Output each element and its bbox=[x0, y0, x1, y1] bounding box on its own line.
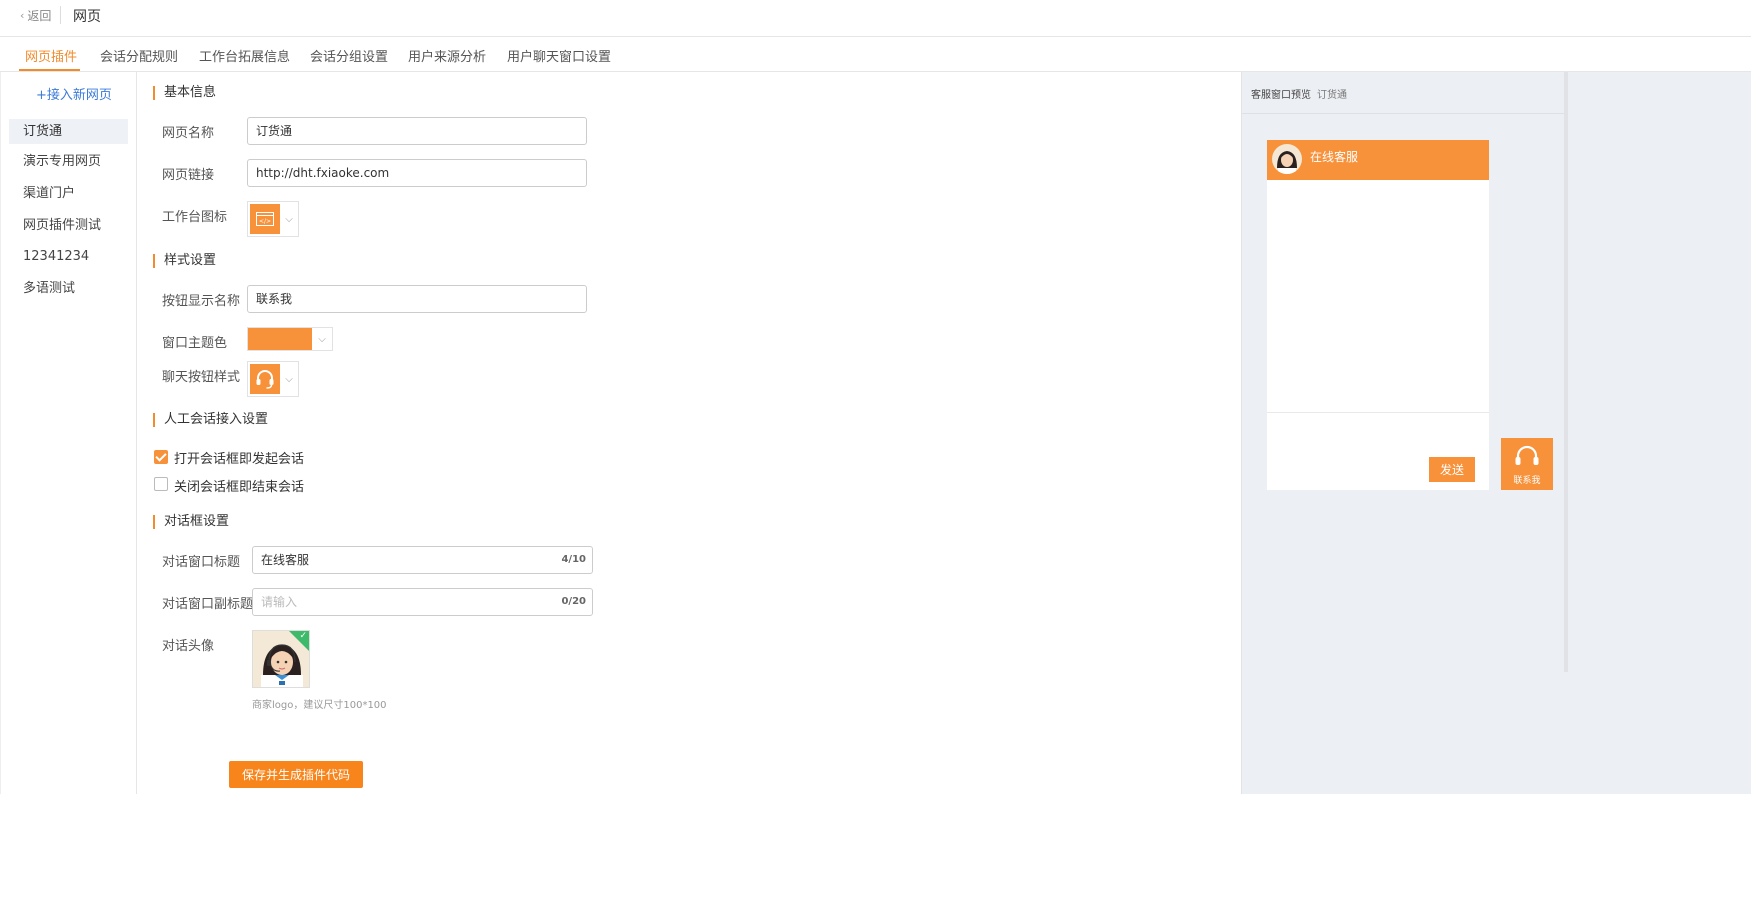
dialog-subtitle-input[interactable]: 请输入 0/20 bbox=[252, 588, 593, 616]
code-window-icon: </> bbox=[250, 204, 280, 234]
section-heading-style: 样式设置 bbox=[153, 254, 216, 268]
webpage-url-input[interactable]: http://dht.fxiaoke.com bbox=[247, 159, 587, 187]
open-start-session-label[interactable]: 打开会话框即发起会话 bbox=[174, 448, 304, 467]
button-name-label: 按钮显示名称 bbox=[162, 294, 241, 309]
page-title: 网页 bbox=[73, 9, 101, 25]
sidebar-item[interactable]: 订货通 bbox=[9, 119, 128, 144]
chat-button-style-picker[interactable]: ⌵ bbox=[247, 361, 299, 397]
chevron-left-icon: ‹ bbox=[20, 9, 25, 22]
check-icon: ✓ bbox=[299, 631, 307, 641]
chevron-down-icon: ⌵ bbox=[318, 333, 326, 345]
tab-group-settings[interactable]: 会话分组设置 bbox=[310, 46, 388, 65]
contact-me-label: 联系我 bbox=[1513, 476, 1541, 486]
tab-source-analysis[interactable]: 用户来源分析 bbox=[408, 46, 486, 65]
section-heading-basic: 基本信息 bbox=[153, 86, 216, 100]
dialog-avatar-label: 对话头像 bbox=[162, 639, 215, 654]
scrollbar[interactable] bbox=[1564, 72, 1568, 672]
close-end-session-label[interactable]: 关闭会话框即结束会话 bbox=[174, 476, 304, 495]
webpage-name-input[interactable]: 订货通 bbox=[247, 117, 587, 145]
preview-webpage-name: 订货通 bbox=[1317, 90, 1347, 101]
section-heading-dialog: 对话框设置 bbox=[153, 515, 229, 529]
sidebar-item[interactable]: 12341234 bbox=[9, 244, 128, 269]
tab-web-plugin[interactable]: 网页插件 bbox=[25, 46, 77, 65]
tab-workbench-ext[interactable]: 工作台拓展信息 bbox=[199, 46, 290, 65]
sidebar: +接入新网页 订货通 演示专用网页 渠道门户 网页插件测试 12341234 多… bbox=[0, 72, 137, 794]
sidebar-item[interactable]: 演示专用网页 bbox=[9, 149, 128, 174]
sidebar-item[interactable]: 网页插件测试 bbox=[9, 213, 128, 238]
dialog-subtitle-label: 对话窗口副标题 bbox=[162, 597, 254, 612]
dialog-title-value: 在线客服 bbox=[261, 553, 310, 567]
add-webpage-link[interactable]: +接入新网页 bbox=[36, 84, 112, 103]
dialog-title-input[interactable]: 在线客服 4/10 bbox=[252, 546, 593, 574]
section-heading-manual: 人工会话接入设置 bbox=[153, 413, 268, 427]
contact-me-button[interactable]: 联系我 bbox=[1501, 438, 1553, 490]
sidebar-item[interactable]: 渠道门户 bbox=[9, 181, 128, 206]
headset-icon bbox=[250, 364, 280, 394]
chat-input-divider bbox=[1267, 412, 1489, 413]
divider bbox=[60, 6, 61, 24]
top-bar: ‹ 返回 网页 bbox=[0, 0, 1751, 37]
active-tab-indicator bbox=[19, 69, 80, 71]
chat-window-header: 在线客服 bbox=[1267, 140, 1489, 180]
dialog-subtitle-counter: 0/20 bbox=[561, 596, 586, 607]
svg-text:</>: </> bbox=[259, 218, 271, 225]
dialog-title-label: 对话窗口标题 bbox=[162, 555, 241, 570]
back-button[interactable]: ‹ 返回 bbox=[20, 7, 51, 24]
save-generate-button[interactable]: 保存并生成插件代码 bbox=[229, 761, 363, 788]
dialog-title-counter: 4/10 bbox=[561, 554, 586, 565]
preview-panel: 客服窗口预览 订货通 在线客服 发送 联系我 bbox=[1241, 72, 1751, 794]
preview-title: 客服窗口预览 bbox=[1251, 90, 1311, 101]
dialog-subtitle-placeholder: 请输入 bbox=[261, 595, 298, 609]
workbench-icon-label: 工作台图标 bbox=[162, 210, 228, 225]
avatar-hint: 商家logo，建议尺寸100*100 bbox=[252, 700, 387, 711]
back-label: 返回 bbox=[27, 9, 52, 23]
tab-assign-rules[interactable]: 会话分配规则 bbox=[100, 46, 178, 65]
theme-color-label: 窗口主题色 bbox=[162, 336, 228, 351]
webpage-name-label: 网页名称 bbox=[162, 126, 215, 141]
preview-header: 客服窗口预览 订货通 bbox=[1242, 72, 1566, 114]
webpage-url-label: 网页链接 bbox=[162, 168, 215, 183]
agent-avatar-icon bbox=[1272, 144, 1302, 174]
workbench-icon-picker[interactable]: </> ⌵ bbox=[247, 201, 299, 237]
chevron-down-icon: ⌵ bbox=[285, 373, 293, 385]
open-start-session-checkbox[interactable] bbox=[154, 450, 168, 464]
send-button[interactable]: 发送 bbox=[1429, 457, 1475, 482]
theme-color-picker[interactable]: ⌵ bbox=[247, 327, 333, 351]
tab-bar: 网页插件 会话分配规则 工作台拓展信息 会话分组设置 用户来源分析 用户聊天窗口… bbox=[0, 37, 1751, 72]
headset-icon bbox=[1515, 445, 1539, 465]
chat-button-style-label: 聊天按钮样式 bbox=[162, 370, 241, 385]
tab-chat-window-settings[interactable]: 用户聊天窗口设置 bbox=[507, 46, 611, 65]
sidebar-item[interactable]: 多语测试 bbox=[9, 276, 128, 301]
theme-color-swatch bbox=[248, 328, 312, 350]
close-end-session-checkbox[interactable] bbox=[154, 477, 168, 491]
chevron-down-icon: ⌵ bbox=[285, 213, 293, 225]
dialog-avatar-upload[interactable]: ✓ bbox=[252, 630, 310, 688]
chat-window-title: 在线客服 bbox=[1310, 150, 1359, 164]
settings-form: 基本信息 网页名称 订货通 网页链接 http://dht.fxiaoke.co… bbox=[137, 72, 1241, 794]
button-name-input[interactable]: 联系我 bbox=[247, 285, 587, 313]
chat-window-preview: 在线客服 发送 bbox=[1267, 140, 1489, 490]
